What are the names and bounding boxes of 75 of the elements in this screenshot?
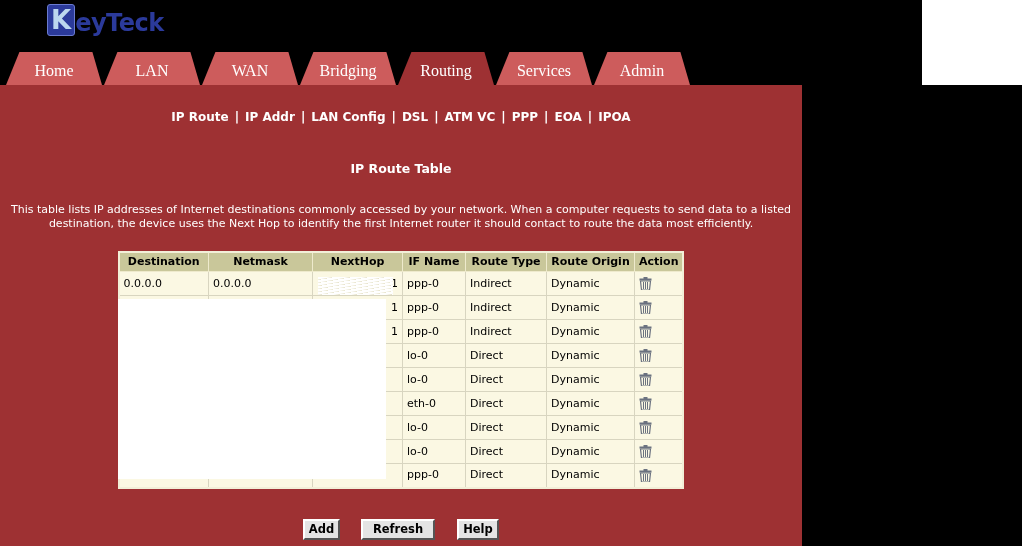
column-header: NextHop <box>312 251 403 272</box>
table-cell: Indirect <box>470 276 512 290</box>
table-cell: 1 <box>391 300 398 314</box>
trash-icon[interactable] <box>639 421 652 435</box>
trash-icon[interactable] <box>639 349 652 363</box>
table-cell: Direct <box>470 348 503 362</box>
table-cell: 0.0.0.0 <box>213 276 252 290</box>
table-cell: Indirect <box>470 324 512 338</box>
table-cell: Direct <box>470 468 503 482</box>
table-cell: 0.0.0.0 <box>123 276 162 290</box>
table-cell: Dynamic <box>551 300 600 314</box>
nav-tab[interactable]: Home <box>6 52 102 85</box>
table-cell: Dynamic <box>551 468 600 482</box>
nav-tab[interactable]: Admin <box>594 52 690 85</box>
separator: | <box>234 109 240 126</box>
subnav-link[interactable]: ATM VC <box>444 108 496 126</box>
separator: | <box>544 109 549 126</box>
subnav-link[interactable]: IP Addr <box>245 108 295 126</box>
table-cell: ppp-0 <box>407 324 439 338</box>
table-cell: Dynamic <box>551 420 600 434</box>
column-header: Route Origin <box>546 251 635 272</box>
action-button[interactable]: Refresh <box>361 518 435 540</box>
table-cell: Dynamic <box>551 444 600 458</box>
separator: | <box>391 109 396 126</box>
trash-icon[interactable] <box>639 373 652 387</box>
table-cell: ppp-0 <box>407 276 439 290</box>
separator: | <box>501 109 506 126</box>
table-cell: eth-0 <box>407 396 437 410</box>
separator: | <box>434 109 439 126</box>
table-cell: Dynamic <box>551 348 600 362</box>
table-cell: Dynamic <box>551 372 600 386</box>
page-title: IP Route Table <box>350 160 452 178</box>
column-header: Action <box>634 251 684 272</box>
column-header: Route Type <box>465 251 547 272</box>
column-header: Destination <box>118 251 209 272</box>
table-cell: lo-0 <box>407 348 428 362</box>
column-header: IF Name <box>402 251 466 272</box>
table-cell: Dynamic <box>551 324 600 338</box>
subnav-link[interactable]: EOA <box>554 108 582 126</box>
action-button[interactable]: Add <box>303 518 340 540</box>
table-cell: Direct <box>470 372 503 386</box>
nav-tab[interactable]: Bridging <box>300 52 396 85</box>
table-cell: ppp-0 <box>407 300 439 314</box>
description: This table lists IP addresses of Internet destinations commonly accessed by your network. When a computer requests to send data to a listed destination, the device uses the Next Hop to identify the first Internet router it should contact to route the data most efficiently. <box>10 202 792 231</box>
table-cell: lo-0 <box>407 372 428 386</box>
table-cell: Indirect <box>470 300 512 314</box>
subnav-link[interactable]: DSL <box>401 108 429 126</box>
nav-tab[interactable]: Routing <box>398 52 494 85</box>
table-cell: lo-0 <box>407 444 428 458</box>
table-cell: ppp-0 <box>407 468 439 482</box>
table-cell: Direct <box>470 420 503 434</box>
nav-tab[interactable]: Services <box>496 52 592 85</box>
table-cell: lo-0 <box>407 420 428 434</box>
nav-tab[interactable]: LAN <box>104 52 200 85</box>
trash-icon[interactable] <box>639 469 652 482</box>
table-cell: Direct <box>470 444 503 458</box>
subnav-link[interactable]: IP Route <box>171 108 229 126</box>
trash-icon[interactable] <box>639 445 652 459</box>
table-cell: Dynamic <box>551 396 600 410</box>
table-cell: Direct <box>470 396 503 410</box>
trash-icon[interactable] <box>639 301 652 315</box>
subnav-link[interactable]: LAN Config <box>311 108 386 126</box>
table-cell: 1 <box>391 324 398 338</box>
separator: | <box>587 109 593 126</box>
action-button[interactable]: Help <box>457 518 499 540</box>
trash-icon[interactable] <box>639 325 652 339</box>
subnav-link[interactable]: IPOA <box>598 108 631 126</box>
nav-tab[interactable]: WAN <box>202 52 298 85</box>
trash-icon[interactable] <box>639 277 652 291</box>
column-header: Netmask <box>208 251 313 272</box>
trash-icon[interactable] <box>639 397 652 411</box>
separator: | <box>300 109 306 126</box>
logo: KeyTeck <box>47 4 164 36</box>
subnav-link[interactable]: PPP <box>511 108 539 126</box>
table-cell: Dynamic <box>551 276 600 290</box>
